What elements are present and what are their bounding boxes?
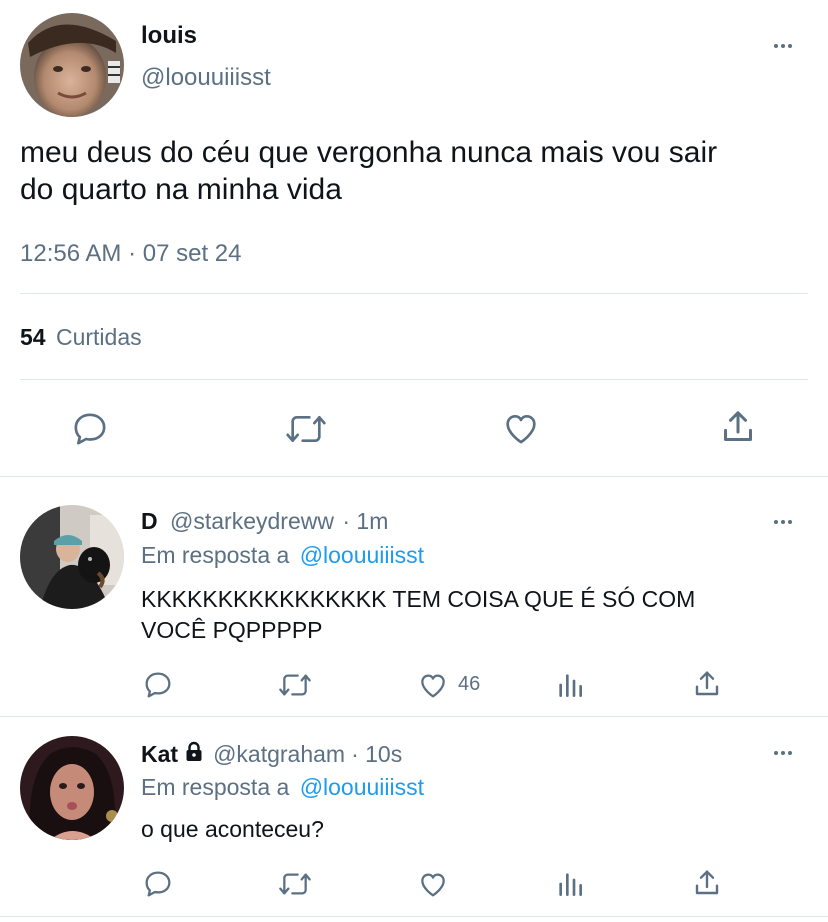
tweet-timestamp[interactable]: 12:56 AM · 07 set 24 (20, 240, 241, 268)
analytics-icon[interactable] (554, 669, 586, 701)
reply-text-line-1: o que aconteceu? (141, 816, 324, 842)
reply-icon[interactable] (141, 669, 175, 701)
reply-author-name[interactable]: Kat (141, 741, 178, 768)
author-handle[interactable]: @loouuiiisst (141, 64, 271, 92)
divider (0, 716, 828, 717)
divider (0, 916, 828, 917)
reply-context-label: Em resposta a (141, 774, 290, 800)
reply-text-line-1: KKKKKKKKKKKKKKKK TEM COISA QUE É SÓ COM (141, 586, 696, 612)
reply-text-line-2: VOCÊ PQPPPPP (141, 617, 323, 643)
avatar[interactable] (20, 736, 124, 840)
likes-summary[interactable]: 54 Curtidas (20, 324, 142, 351)
like-icon[interactable] (416, 868, 450, 900)
reply-to-link[interactable]: @loouuiiisst (300, 774, 424, 800)
avatar[interactable] (20, 13, 124, 117)
retweet-icon[interactable] (284, 409, 328, 449)
like-icon[interactable] (416, 669, 450, 701)
like-count: 46 (458, 673, 481, 695)
retweet-icon[interactable] (276, 868, 314, 900)
divider (20, 293, 808, 294)
reply-context: Em resposta a @loouuiiisst (141, 774, 424, 801)
avatar[interactable] (20, 505, 124, 609)
more-options-icon[interactable] (774, 44, 792, 48)
author-name[interactable]: louis (141, 22, 197, 50)
divider (20, 379, 808, 380)
reply-header: Kat @katgraham · 10s (141, 740, 402, 768)
analytics-icon[interactable] (554, 868, 586, 900)
share-icon[interactable] (690, 867, 724, 899)
reply-time[interactable]: · 1m (342, 508, 388, 534)
likes-count: 54 (20, 324, 46, 350)
retweet-icon[interactable] (276, 669, 314, 701)
divider (0, 476, 828, 477)
reply-context: Em resposta a @loouuiiisst (141, 542, 424, 569)
reply-header: D @starkeydreww · 1m (141, 508, 388, 535)
lock-icon (183, 740, 205, 768)
reply-author-handle[interactable]: @katgraham (213, 741, 345, 768)
likes-label: Curtidas (55, 324, 142, 350)
reply-context-label: Em resposta a (141, 542, 290, 568)
tweet-text-line-2: do quarto na minha vida (20, 173, 342, 206)
share-icon[interactable] (690, 668, 724, 700)
more-options-icon[interactable] (774, 751, 792, 755)
reply-to-link[interactable]: @loouuiiisst (300, 542, 424, 568)
reply-author-name[interactable]: D (141, 508, 158, 534)
share-icon[interactable] (718, 407, 758, 447)
more-options-icon[interactable] (774, 520, 792, 524)
tweet-text-line-1: meu deus do céu que vergonha nunca mais … (20, 136, 718, 169)
like-icon[interactable] (500, 408, 542, 448)
reply-icon[interactable] (70, 409, 110, 449)
reply-icon[interactable] (141, 868, 175, 900)
reply-time[interactable]: · 10s (351, 741, 402, 768)
reply-author-handle[interactable]: @starkeydreww (170, 508, 334, 534)
